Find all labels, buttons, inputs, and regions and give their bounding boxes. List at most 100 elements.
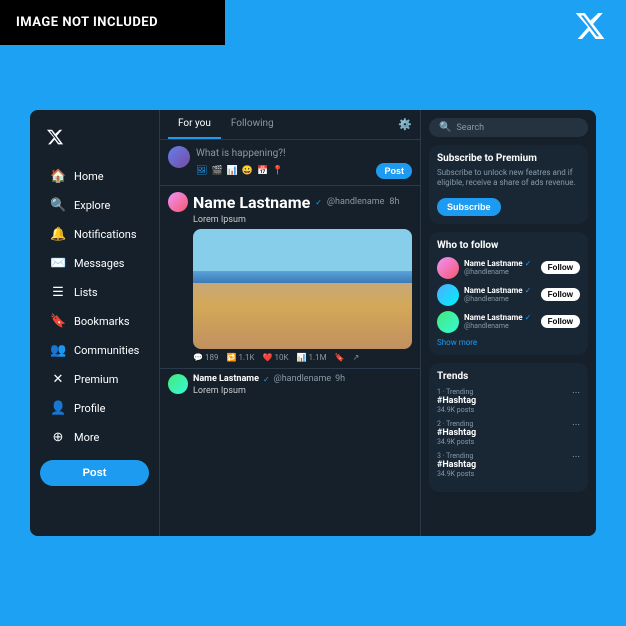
compose-input[interactable]: What is happening?! bbox=[196, 146, 412, 159]
show-more[interactable]: Show more bbox=[437, 338, 580, 347]
views-count: 1.1M bbox=[309, 353, 327, 362]
nav-premium[interactable]: ✕ Premium bbox=[36, 366, 153, 393]
nav-premium-label: Premium bbox=[74, 373, 118, 386]
tweet-text-1: Lorem Ipsum bbox=[193, 215, 412, 225]
trend-dots-1[interactable]: ··· bbox=[572, 388, 580, 399]
tweet-time-2: 9h bbox=[335, 374, 345, 384]
bookmarks-icon: 🔖 bbox=[50, 314, 66, 329]
who-to-follow-title: Who to follow bbox=[437, 240, 580, 251]
nav-more[interactable]: ⊕ More bbox=[36, 424, 153, 451]
follow-info-1: Name Lastname ✓ @handlename bbox=[464, 259, 536, 276]
tweet-handle-2: @handlename bbox=[274, 374, 331, 384]
nav-messages-label: Messages bbox=[74, 257, 124, 270]
views-action[interactable]: 📊 1.1M bbox=[297, 353, 327, 362]
gif-icon[interactable]: 🎬 bbox=[211, 166, 222, 176]
subscribe-button[interactable]: Subscribe bbox=[437, 198, 501, 216]
follow-item-1: Name Lastname ✓ @handlename Follow bbox=[437, 257, 580, 279]
trend-tag-3[interactable]: #Hashtag bbox=[437, 460, 476, 470]
trend-count-1: 34.9K posts bbox=[437, 406, 476, 414]
beach-image bbox=[193, 229, 412, 349]
bookmark-action-icon: 🔖 bbox=[335, 353, 345, 362]
trend-meta-3: 3 · Trending bbox=[437, 452, 476, 460]
image-icon[interactable]: 🖼 bbox=[196, 166, 207, 176]
tweet-handle-1: @handlename bbox=[327, 197, 384, 207]
tweet-name-1: Name Lastname bbox=[193, 193, 310, 212]
trend-item-2: 2 · Trending #Hashtag 34.9K posts ··· bbox=[437, 420, 580, 446]
nav-more-label: More bbox=[74, 431, 99, 444]
trend-row-3: 3 · Trending #Hashtag 34.9K posts ··· bbox=[437, 452, 580, 478]
nav-communities[interactable]: 👥 Communities bbox=[36, 337, 153, 364]
settings-icon[interactable]: ⚙️ bbox=[398, 118, 412, 131]
tweet-avatar-2 bbox=[168, 374, 188, 394]
retweet-icon: 🔁 bbox=[226, 353, 236, 362]
trend-dots-3[interactable]: ··· bbox=[572, 452, 580, 463]
poll-icon[interactable]: 📊 bbox=[227, 166, 238, 176]
nav-home[interactable]: 🏠 Home bbox=[36, 163, 153, 190]
trend-meta-2: 2 · Trending bbox=[437, 420, 476, 428]
messages-icon: ✉️ bbox=[50, 256, 66, 271]
tweet-name-2: Name Lastname bbox=[193, 374, 259, 384]
premium-box: Subscribe to Premium Subscribe to unlock… bbox=[429, 145, 588, 224]
nav-explore[interactable]: 🔍 Explore bbox=[36, 192, 153, 219]
retweet-action[interactable]: 🔁 1.1K bbox=[226, 353, 254, 362]
post-button[interactable]: Post bbox=[40, 460, 149, 486]
like-count: 10K bbox=[275, 353, 289, 362]
trend-tag-1[interactable]: #Hashtag bbox=[437, 396, 476, 406]
trend-dots-2[interactable]: ··· bbox=[572, 420, 580, 431]
follow-button-1[interactable]: Follow bbox=[541, 261, 580, 274]
trend-content-3: 3 · Trending #Hashtag 34.9K posts bbox=[437, 452, 476, 478]
share-action[interactable]: ↗ bbox=[353, 353, 360, 362]
share-icon: ↗ bbox=[353, 353, 360, 362]
trend-meta-1: 1 · Trending bbox=[437, 388, 476, 396]
nav-explore-label: Explore bbox=[74, 199, 110, 212]
tweet-text-2: Lorem Ipsum bbox=[193, 386, 345, 396]
nav-lists[interactable]: ☰ Lists bbox=[36, 279, 153, 306]
premium-description: Subscribe to unlock new featres and if e… bbox=[437, 168, 580, 189]
feed-tabs: For you Following ⚙️ bbox=[160, 110, 420, 140]
notifications-icon: 🔔 bbox=[50, 227, 66, 242]
location-icon[interactable]: 📍 bbox=[272, 166, 283, 176]
trends-box: Trends 1 · Trending #Hashtag 34.9K posts… bbox=[429, 363, 588, 492]
follow-name-2: Name Lastname bbox=[464, 286, 523, 295]
nav-home-label: Home bbox=[74, 170, 104, 183]
search-bar[interactable]: 🔍 Search bbox=[429, 118, 588, 137]
like-action[interactable]: ❤️ 10K bbox=[263, 353, 289, 362]
bookmark-action[interactable]: 🔖 bbox=[335, 353, 345, 362]
schedule-icon[interactable]: 📅 bbox=[257, 166, 268, 176]
left-sidebar: 🏠 Home 🔍 Explore 🔔 Notifications ✉️ Mess… bbox=[30, 110, 160, 536]
nav-communities-label: Communities bbox=[74, 344, 139, 357]
nav-notifications-label: Notifications bbox=[74, 228, 137, 241]
trend-row-1: 1 · Trending #Hashtag 34.9K posts ··· bbox=[437, 388, 580, 414]
banner-text: IMAGE NOT INCLUDED bbox=[16, 15, 158, 30]
follow-handle-2: @handlename bbox=[464, 295, 536, 303]
post-inline-button[interactable]: Post bbox=[376, 163, 412, 179]
tweet-content-2: Name Lastname ✓ @handlename 9h Lorem Ips… bbox=[193, 374, 345, 396]
verified-follow-1: ✓ bbox=[525, 259, 532, 268]
follow-info-3: Name Lastname ✓ @handlename bbox=[464, 313, 536, 330]
follow-button-2[interactable]: Follow bbox=[541, 288, 580, 301]
trend-tag-2[interactable]: #Hashtag bbox=[437, 428, 476, 438]
emoji-icon[interactable]: 😀 bbox=[242, 166, 253, 176]
tab-for-you[interactable]: For you bbox=[168, 110, 221, 139]
x-logo-top bbox=[574, 10, 606, 49]
follow-name-3: Name Lastname bbox=[464, 313, 523, 322]
verified-follow-2: ✓ bbox=[525, 286, 532, 295]
nav-notifications[interactable]: 🔔 Notifications bbox=[36, 221, 153, 248]
premium-title: Subscribe to Premium bbox=[437, 153, 580, 164]
tab-following[interactable]: Following bbox=[221, 110, 284, 139]
trend-content-1: 1 · Trending #Hashtag 34.9K posts bbox=[437, 388, 476, 414]
reply-action[interactable]: 💬 189 bbox=[193, 353, 218, 362]
nav-bookmarks-label: Bookmarks bbox=[74, 315, 130, 328]
follow-avatar-1 bbox=[437, 257, 459, 279]
tweet-time-1: 8h bbox=[389, 197, 399, 207]
follow-button-3[interactable]: Follow bbox=[541, 315, 580, 328]
nav-messages[interactable]: ✉️ Messages bbox=[36, 250, 153, 277]
verified-icon-2: ✓ bbox=[263, 375, 270, 384]
nav-bookmarks[interactable]: 🔖 Bookmarks bbox=[36, 308, 153, 335]
who-to-follow-box: Who to follow Name Lastname ✓ @handlenam… bbox=[429, 232, 588, 355]
retweet-count: 1.1K bbox=[238, 353, 254, 362]
trends-title: Trends bbox=[437, 371, 580, 382]
verified-icon-1: ✓ bbox=[315, 198, 322, 207]
main-feed: For you Following ⚙️ What is happening?!… bbox=[160, 110, 421, 536]
nav-profile[interactable]: 👤 Profile bbox=[36, 395, 153, 422]
